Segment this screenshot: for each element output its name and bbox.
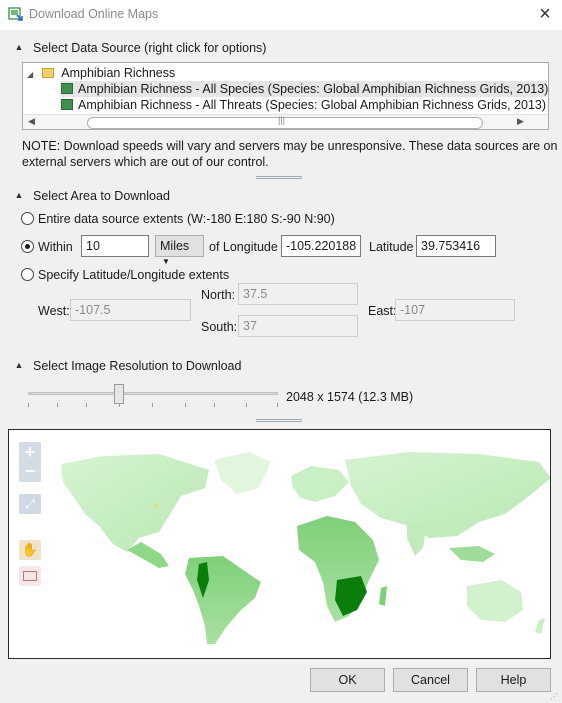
slider-tick xyxy=(86,403,87,407)
data-source-tree[interactable]: ◢ Amphibian Richness Amphibian Richness … xyxy=(22,62,549,130)
west-input[interactable]: -107.5 xyxy=(70,299,191,321)
slider-tick xyxy=(152,403,153,407)
landmass-madagascar xyxy=(379,586,387,606)
south-input[interactable]: 37 xyxy=(238,315,358,337)
slider-tick xyxy=(57,403,58,407)
landmass-central-america xyxy=(127,542,169,568)
ok-button[interactable]: OK xyxy=(310,668,385,692)
slider-tick xyxy=(28,403,29,407)
grip-icon: ||| xyxy=(278,115,286,125)
horizontal-scrollbar[interactable]: ◀ ||| ▶ xyxy=(23,114,548,129)
entire-extents-text: (W:-180 E:180 S:-90 N:90) xyxy=(187,212,335,226)
scroll-left-icon[interactable]: ◀ xyxy=(28,116,35,127)
dropdown-arrow-icon: ▼ xyxy=(162,257,170,266)
collapse-chevron-icon[interactable]: ▲ xyxy=(14,190,24,200)
south-label: South: xyxy=(201,320,238,334)
landmass-new-zealand xyxy=(535,618,545,634)
landmass-europe xyxy=(291,466,349,502)
tree-item-label: Amphibian Richness - All Threats (Specie… xyxy=(78,98,547,112)
scroll-right-icon[interactable]: ▶ xyxy=(517,116,524,127)
resolution-slider-track[interactable] xyxy=(28,392,278,395)
folder-icon xyxy=(42,68,55,78)
radio-entire-label[interactable]: Entire data source extents xyxy=(38,212,183,226)
east-label: East: xyxy=(368,304,397,318)
landmass-africa xyxy=(297,516,379,622)
landmass-southeast-asia xyxy=(449,546,495,562)
full-extent-icon[interactable]: ⤢ xyxy=(19,494,41,514)
north-input[interactable]: 37.5 xyxy=(238,283,358,305)
radio-entire-extents[interactable] xyxy=(21,212,34,225)
tree-group-label: Amphibian Richness xyxy=(61,66,176,80)
landmass-south-america xyxy=(185,556,261,644)
area-section-title: Select Area to Download xyxy=(33,189,170,203)
longitude-input[interactable]: -105.220188 xyxy=(281,235,361,257)
cancel-button[interactable]: Cancel xyxy=(393,668,468,692)
landmass-greenland xyxy=(214,452,271,494)
slider-tick xyxy=(277,403,278,407)
landmass-australia xyxy=(467,580,523,622)
note-line-1: NOTE: Download speeds will vary and serv… xyxy=(22,139,558,153)
map-layer-icon xyxy=(61,99,73,110)
zoom-control[interactable]: + − xyxy=(19,442,41,482)
tree-group-row[interactable]: ◢ Amphibian Richness xyxy=(27,65,175,81)
splitter-handle[interactable] xyxy=(256,176,302,179)
splitter-handle[interactable] xyxy=(256,419,302,422)
unit-dropdown[interactable]: Miles ▼ xyxy=(155,235,204,266)
close-button[interactable]: × xyxy=(533,3,557,25)
landmass-north-america xyxy=(61,454,209,552)
latitude-input[interactable]: 39.753416 xyxy=(416,235,496,257)
radio-within[interactable] xyxy=(21,240,34,253)
slider-tick xyxy=(185,403,186,407)
slider-tick xyxy=(214,403,215,407)
radio-specify-label[interactable]: Specify Latitude/Longitude extents xyxy=(38,268,229,282)
location-marker xyxy=(155,504,158,507)
resolution-section-title: Select Image Resolution to Download xyxy=(33,359,242,373)
east-input[interactable]: -107 xyxy=(395,299,515,321)
slider-tick xyxy=(246,403,247,407)
world-map[interactable] xyxy=(9,430,551,659)
expand-arrow-icon[interactable]: ◢ xyxy=(27,67,39,83)
app-icon xyxy=(8,7,23,21)
tree-item[interactable]: Amphibian Richness - All Threats (Specie… xyxy=(61,97,546,113)
resolution-readout: 2048 x 1574 (12.3 MB) xyxy=(286,390,414,404)
radio-specify-extents[interactable] xyxy=(21,268,34,281)
map-layer-icon xyxy=(61,83,73,94)
note-line-2: external servers which are out of our co… xyxy=(22,155,269,169)
unit-dropdown-value: Miles xyxy=(160,239,190,253)
resolution-slider-thumb[interactable] xyxy=(114,384,124,404)
tree-item[interactable]: Amphibian Richness - All Species (Specie… xyxy=(61,81,549,97)
within-distance-input[interactable]: 10 xyxy=(81,235,149,257)
pan-hand-icon[interactable]: ✋ xyxy=(19,540,41,560)
zoom-out-icon[interactable]: − xyxy=(19,462,41,482)
west-label: West: xyxy=(38,304,70,318)
radio-within-label[interactable]: Within xyxy=(38,240,73,254)
resize-grip-icon[interactable]: ⋰ xyxy=(550,692,558,701)
landmass-asia xyxy=(345,452,550,538)
select-rectangle-icon[interactable] xyxy=(19,566,41,586)
tree-item-label: Amphibian Richness - All Species (Specie… xyxy=(78,82,549,96)
landmass-india xyxy=(407,522,427,556)
window-title: Download Online Maps xyxy=(29,7,159,21)
collapse-chevron-icon[interactable]: ▲ xyxy=(14,360,24,370)
latitude-label: Latitude xyxy=(369,240,414,254)
rectangle-shape xyxy=(23,571,37,581)
longitude-label: of Longitude xyxy=(209,240,278,254)
zoom-in-icon[interactable]: + xyxy=(19,442,41,462)
collapse-chevron-icon[interactable]: ▲ xyxy=(14,42,24,52)
help-button[interactable]: Help xyxy=(476,668,551,692)
data-source-section-title: Select Data Source (right click for opti… xyxy=(33,41,267,55)
north-label: North: xyxy=(201,288,236,302)
map-preview[interactable]: + − ⤢ ✋ xyxy=(8,429,551,659)
